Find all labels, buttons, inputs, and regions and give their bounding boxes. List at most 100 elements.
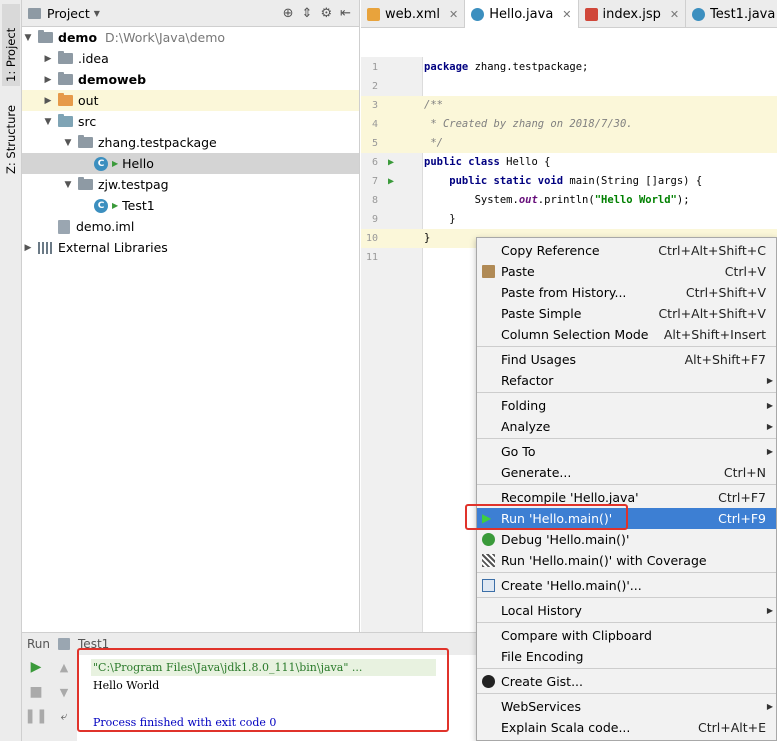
code-token: .println( [537, 194, 595, 206]
close-icon[interactable]: ✕ [449, 8, 458, 21]
folder-icon [58, 51, 73, 64]
module-path: D:\Work\Java\demo [105, 30, 226, 45]
tab-index-jsp[interactable]: index.jsp ✕ [579, 0, 687, 28]
menu-item-label: Paste Simple [501, 306, 582, 321]
tree-node-zjw-testpag[interactable]: ▼ zjw.testpag [22, 174, 359, 195]
coverage-icon [482, 554, 495, 567]
scroll-down-icon[interactable]: ▼ [56, 684, 72, 700]
menu-item-webservices[interactable]: WebServices ▶ [477, 696, 776, 717]
tool-tab-project[interactable]: 1: Project [2, 4, 20, 86]
library-icon [38, 241, 52, 254]
collapsed-chevron-icon[interactable]: ▶ [22, 243, 34, 253]
menu-item-label: Generate... [501, 465, 572, 480]
expanded-chevron-icon[interactable]: ▼ [62, 180, 74, 190]
menu-item-paste-from-history[interactable]: Paste from History... Ctrl+Shift+V [477, 282, 776, 303]
collapsed-chevron-icon[interactable]: ▶ [42, 75, 54, 85]
tree-node-test1[interactable]: C ▶ Test1 [22, 195, 359, 216]
menu-separator [477, 622, 776, 623]
menu-item-compare-with-clipboard[interactable]: Compare with Clipboard [477, 625, 776, 646]
tab-hello-java[interactable]: Hello.java ✕ [465, 0, 579, 28]
menu-item-column-selection-mode[interactable]: Column Selection Mode Alt+Shift+Insert [477, 324, 776, 345]
close-icon[interactable]: ✕ [670, 8, 679, 21]
tool-tab-structure[interactable]: Z: Structure [2, 96, 20, 178]
menu-item-label: File Encoding [501, 649, 584, 664]
menu-item-go-to[interactable]: Go To ▶ [477, 441, 776, 462]
code-token: public class [424, 156, 500, 168]
code-token: public static void [424, 175, 564, 187]
menu-item-paste-simple[interactable]: Paste Simple Ctrl+Alt+Shift+V [477, 303, 776, 324]
tree-node-hello[interactable]: C ▶ Hello [22, 153, 359, 174]
tree-node-external-libraries[interactable]: ▶ External Libraries [22, 237, 359, 258]
tree-node-demo-iml[interactable]: demo.iml [22, 216, 359, 237]
menu-item-label: Explain Scala code... [501, 720, 631, 735]
menu-item-folding[interactable]: Folding ▶ [477, 395, 776, 416]
project-dropdown-chevron-icon[interactable]: ▼ [94, 9, 100, 18]
tree-node-demoweb[interactable]: ▶ demoweb [22, 69, 359, 90]
hide-panel-icon[interactable]: ⇤ [340, 6, 351, 21]
expanded-chevron-icon[interactable]: ▼ [42, 117, 54, 127]
run-gutter-icon[interactable]: ▶ [388, 153, 394, 172]
package-icon [78, 135, 93, 148]
code-string: "Hello World" [594, 194, 677, 206]
project-view-icon [28, 7, 41, 19]
close-icon[interactable]: ✕ [562, 8, 571, 21]
code-comment: */ [424, 137, 443, 149]
scroll-up-icon[interactable]: ▲ [56, 659, 72, 675]
menu-item-paste[interactable]: Paste Ctrl+V [477, 261, 776, 282]
tab-web-xml[interactable]: web.xml ✕ [361, 0, 466, 28]
line-number: 9 [371, 214, 378, 225]
sync-target-icon[interactable]: ⊕ [283, 6, 294, 21]
stop-icon[interactable]: ■ [28, 684, 44, 700]
menu-item-analyze[interactable]: Analyze ▶ [477, 416, 776, 437]
menu-item-refactor[interactable]: Refactor ▶ [477, 370, 776, 391]
menu-separator [477, 346, 776, 347]
menu-item-label: Refactor [501, 373, 554, 388]
tab-test1-java[interactable]: Test1.java ✕ [686, 0, 777, 28]
tree-node-demo[interactable]: ▼ demo D:\Work\Java\demo [22, 27, 359, 48]
editor-context-menu: Copy Reference Ctrl+Alt+Shift+C Paste Ctrl… [476, 237, 777, 741]
code-token: package [424, 61, 469, 73]
run-config-icon [482, 579, 495, 592]
gear-icon[interactable]: ⚙ [320, 6, 332, 21]
pause-icon[interactable]: ❚❚ [24, 708, 47, 724]
rerun-icon[interactable]: ▶ [28, 659, 44, 675]
code-line-5: 5 */ [361, 134, 777, 153]
tree-node-idea[interactable]: ▶ .idea [22, 48, 359, 69]
menu-item-label: Paste [501, 264, 535, 279]
menu-item-create-run-config[interactable]: Create 'Hello.main()'... [477, 575, 776, 596]
collapsed-chevron-icon[interactable]: ▶ [42, 54, 54, 64]
java-class-icon: C [94, 198, 108, 213]
submenu-arrow-icon: ▶ [766, 702, 773, 711]
menu-item-create-gist[interactable]: Create Gist... [477, 671, 776, 692]
menu-item-find-usages[interactable]: Find Usages Alt+Shift+F7 [477, 349, 776, 370]
menu-item-debug-hello-main[interactable]: Debug 'Hello.main()' [477, 529, 776, 550]
menu-item-file-encoding[interactable]: File Encoding [477, 646, 776, 667]
menu-item-label: Find Usages [501, 352, 577, 367]
menu-separator [477, 438, 776, 439]
run-toolbar: ▶ ■ ❚❚ [22, 655, 50, 741]
collapse-all-icon[interactable]: ⇕ [302, 6, 313, 21]
submenu-arrow-icon: ▶ [766, 401, 773, 410]
menu-item-generate[interactable]: Generate... Ctrl+N [477, 462, 776, 483]
console-annotation-box [77, 648, 449, 732]
expanded-chevron-icon[interactable]: ▼ [22, 33, 34, 43]
menu-item-label: Analyze [501, 419, 551, 434]
line-number: 11 [365, 252, 378, 263]
module-folder-icon [38, 30, 53, 43]
jsp-file-icon [584, 7, 598, 21]
menu-item-copy-reference[interactable]: Copy Reference Ctrl+Alt+Shift+C [477, 240, 776, 261]
tree-node-zhang-testpackage[interactable]: ▼ zhang.testpackage [22, 132, 359, 153]
run-toolbar-secondary: ▲ ▼ ⤶ [52, 655, 76, 741]
menu-item-explain-scala-code[interactable]: Explain Scala code... Ctrl+Alt+E [477, 717, 776, 738]
expanded-chevron-icon[interactable]: ▼ [62, 138, 74, 148]
tree-node-out[interactable]: ▶ out [22, 90, 359, 111]
soft-wrap-icon[interactable]: ⤶ [56, 708, 72, 724]
run-gutter-icon[interactable]: ▶ [388, 172, 394, 191]
collapsed-chevron-icon[interactable]: ▶ [42, 96, 54, 106]
menu-item-shortcut: Ctrl+Alt+Shift+C [658, 243, 766, 258]
tree-node-src[interactable]: ▼ src [22, 111, 359, 132]
menu-item-run-with-coverage[interactable]: Run 'Hello.main()' with Coverage [477, 550, 776, 571]
menu-item-local-history[interactable]: Local History ▶ [477, 600, 776, 621]
tab-label: web.xml [385, 6, 440, 22]
code-token: main(String []args) { [563, 175, 703, 187]
